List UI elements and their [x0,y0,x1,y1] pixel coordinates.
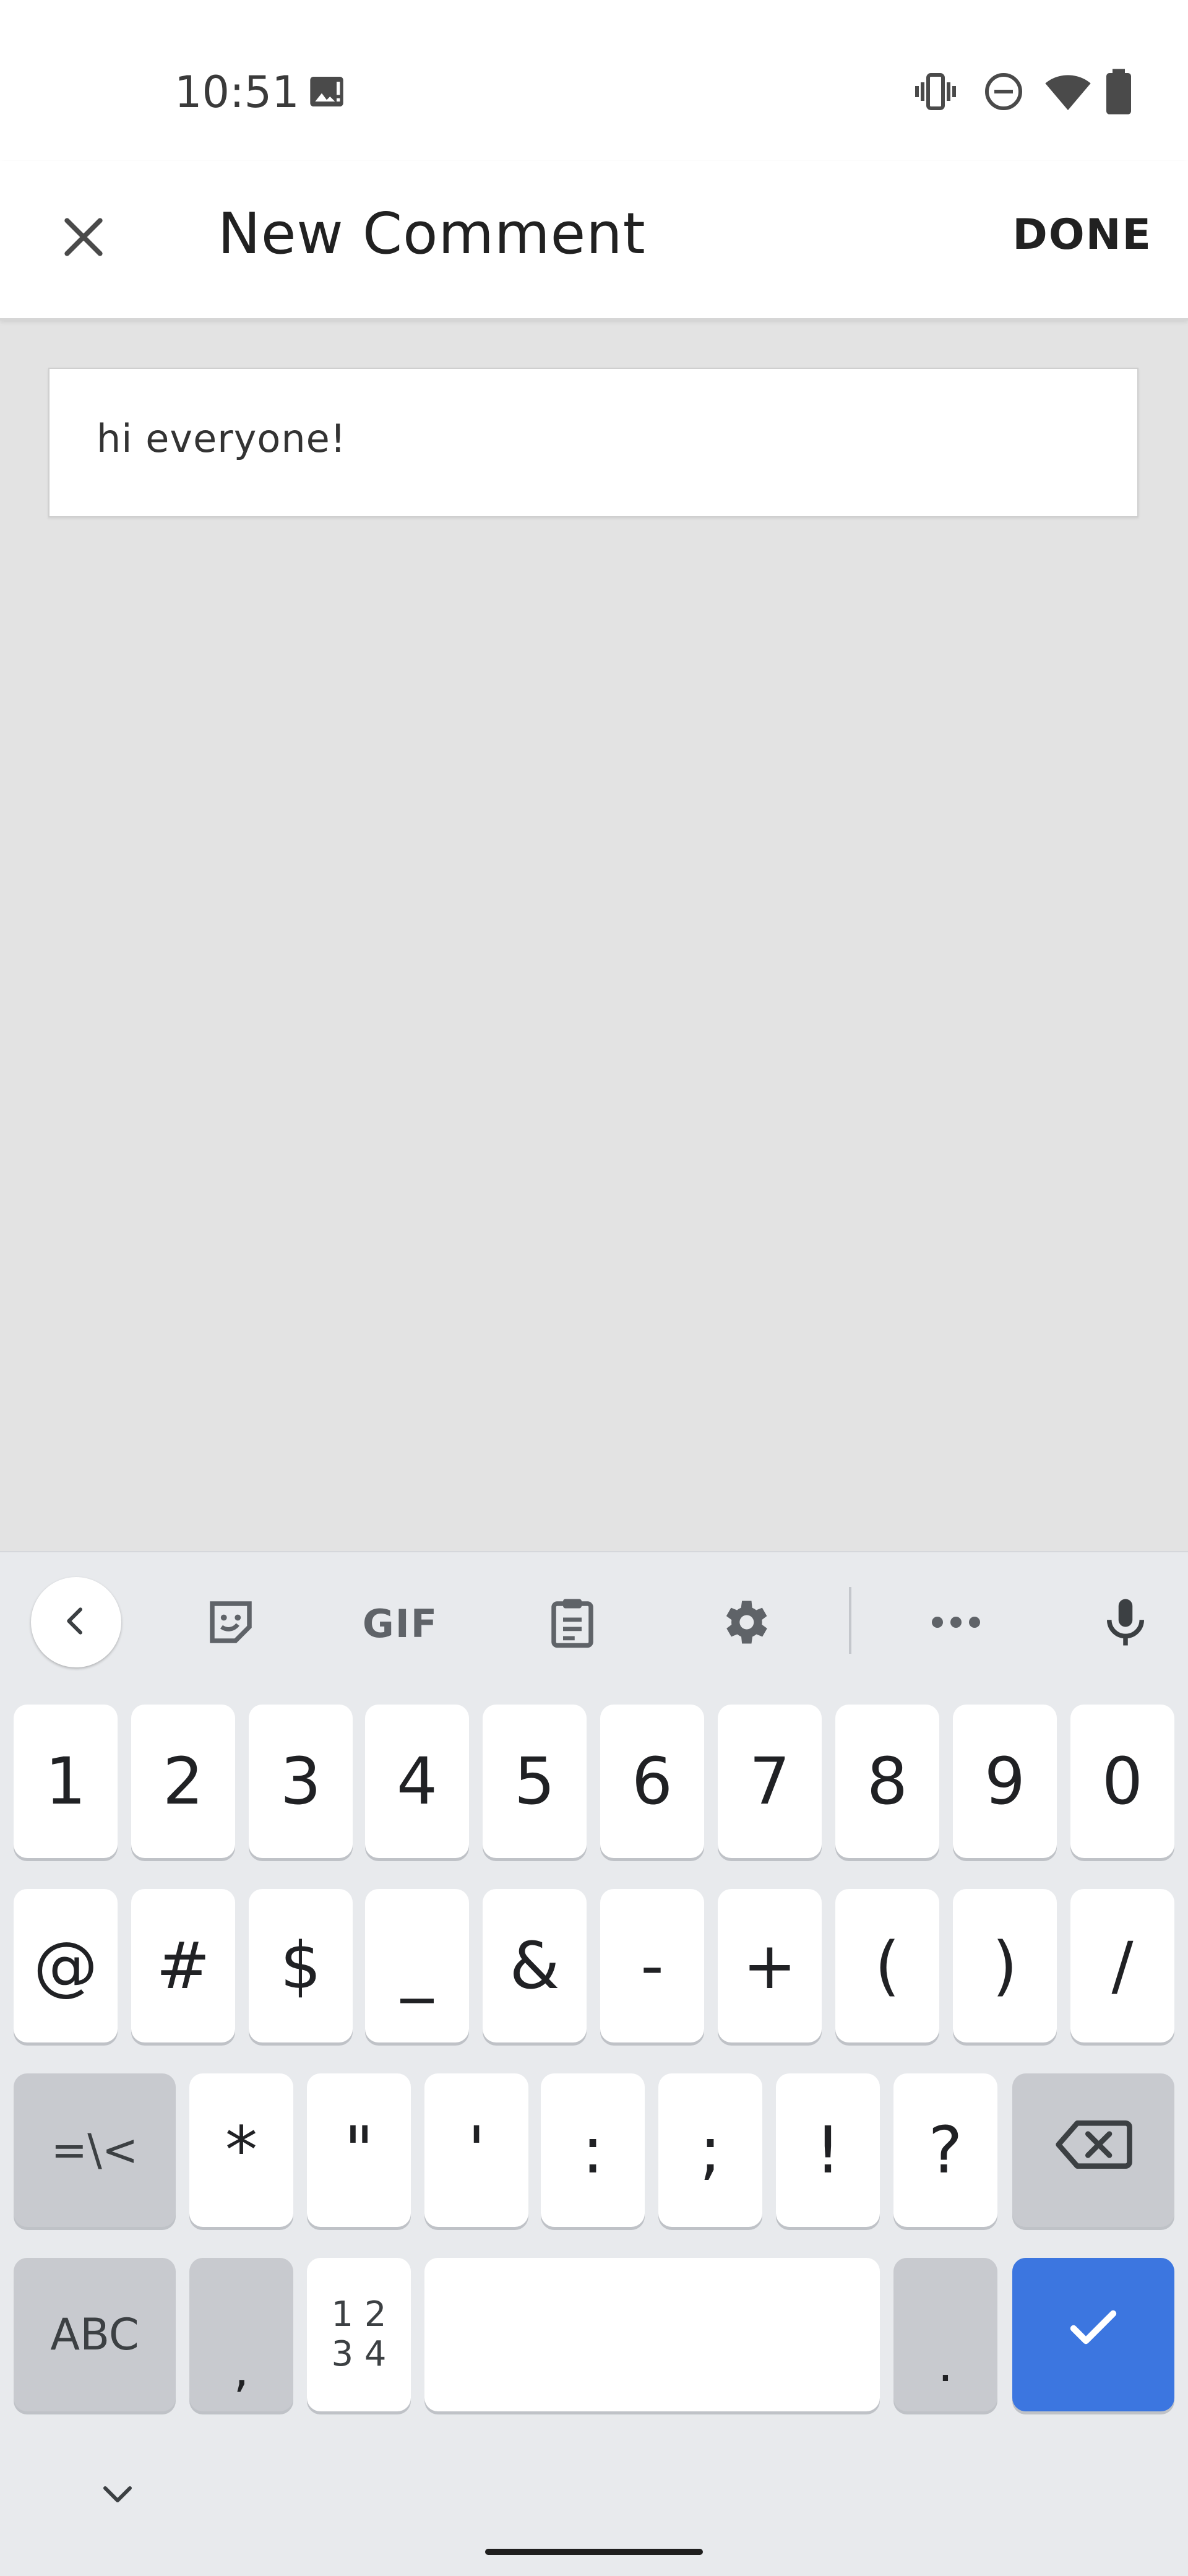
more-symbols-key[interactable]: =\< [14,2073,176,2227]
sticker-icon [203,1594,259,1653]
key-9[interactable]: 9 [953,1705,1057,1858]
key-asterisk[interactable]: * [189,2073,293,2227]
gif-label: GIF [362,1601,439,1646]
key-1[interactable]: 1 [14,1705,118,1858]
battery-icon [1103,67,1135,119]
key-minus[interactable]: - [600,1889,704,2042]
vibrate-icon [913,69,958,117]
voice-input-button[interactable] [1085,1583,1166,1664]
keyboard: GIF 1 2 3 4 5 6 7 8 9 0 @ # $ _ & - + (… [0,1551,1188,2576]
hide-keyboard-button[interactable] [87,2471,148,2520]
microphone-icon [1098,1594,1153,1653]
clipboard-icon [544,1594,600,1653]
backspace-icon [1053,2112,1134,2188]
more-button[interactable] [916,1583,996,1664]
app-bar: New Comment DONE [0,161,1188,321]
key-hash[interactable]: # [131,1889,235,2042]
key-close-paren[interactable]: ) [953,1889,1057,2042]
key-5[interactable]: 5 [483,1705,587,1858]
comment-text: hi everyone! [97,416,346,461]
key-question[interactable]: ? [893,2073,997,2227]
settings-button[interactable] [704,1583,785,1664]
key-2[interactable]: 2 [131,1705,235,1858]
gif-button[interactable]: GIF [360,1583,441,1664]
key-exclamation[interactable]: ! [776,2073,880,2227]
chevron-down-icon [99,2482,136,2510]
image-notification-icon [307,72,346,115]
key-at[interactable]: @ [14,1889,118,2042]
comment-input[interactable]: hi everyone! [48,368,1138,517]
backspace-key[interactable] [1012,2073,1174,2227]
numpad-key[interactable]: 1 2 3 4 [307,2258,411,2411]
numpad-label-top: 1 2 [331,2294,387,2335]
numpad-label-bottom: 3 4 [331,2334,387,2374]
wifi-icon [1043,67,1093,119]
key-double-quote[interactable]: " [307,2073,411,2227]
gear-icon [716,1594,773,1654]
chevron-left-icon [59,1604,93,1641]
key-3[interactable]: 3 [249,1705,353,1858]
key-slash[interactable]: / [1070,1889,1174,2042]
close-button[interactable] [50,204,118,272]
key-open-paren[interactable]: ( [835,1889,939,2042]
key-6[interactable]: 6 [600,1705,704,1858]
toolbar-divider [849,1587,851,1654]
close-icon [59,212,108,265]
key-single-quote[interactable]: ' [424,2073,528,2227]
key-semicolon[interactable]: ; [658,2073,762,2227]
clipboard-button[interactable] [532,1583,613,1664]
key-7[interactable]: 7 [718,1705,822,1858]
key-underscore[interactable]: _ [365,1889,469,2042]
keyboard-toolbar: GIF [0,1552,1188,1682]
key-0[interactable]: 0 [1070,1705,1174,1858]
key-4[interactable]: 4 [365,1705,469,1858]
key-period[interactable]: . [893,2258,997,2411]
key-ampersand[interactable]: & [483,1889,587,2042]
done-button[interactable]: DONE [1012,210,1152,259]
navigation-handle[interactable] [485,2549,703,2555]
page-title: New Comment [218,201,646,267]
do-not-disturb-icon [981,69,1026,117]
key-dollar[interactable]: $ [249,1889,353,2042]
more-horizontal-icon [928,1613,984,1635]
key-plus[interactable]: + [718,1889,822,2042]
space-key[interactable] [424,2258,880,2411]
status-time: 10:51 [174,67,299,118]
checkmark-icon [1064,2297,1123,2372]
abc-key[interactable]: ABC [14,2258,176,2411]
key-8[interactable]: 8 [835,1705,939,1858]
key-comma[interactable]: , [189,2258,293,2411]
sticker-button[interactable] [191,1583,271,1664]
key-colon[interactable]: : [541,2073,645,2227]
status-bar: 10:51 [0,0,1188,161]
enter-key[interactable] [1012,2258,1174,2411]
keyboard-back-button[interactable] [31,1577,121,1667]
